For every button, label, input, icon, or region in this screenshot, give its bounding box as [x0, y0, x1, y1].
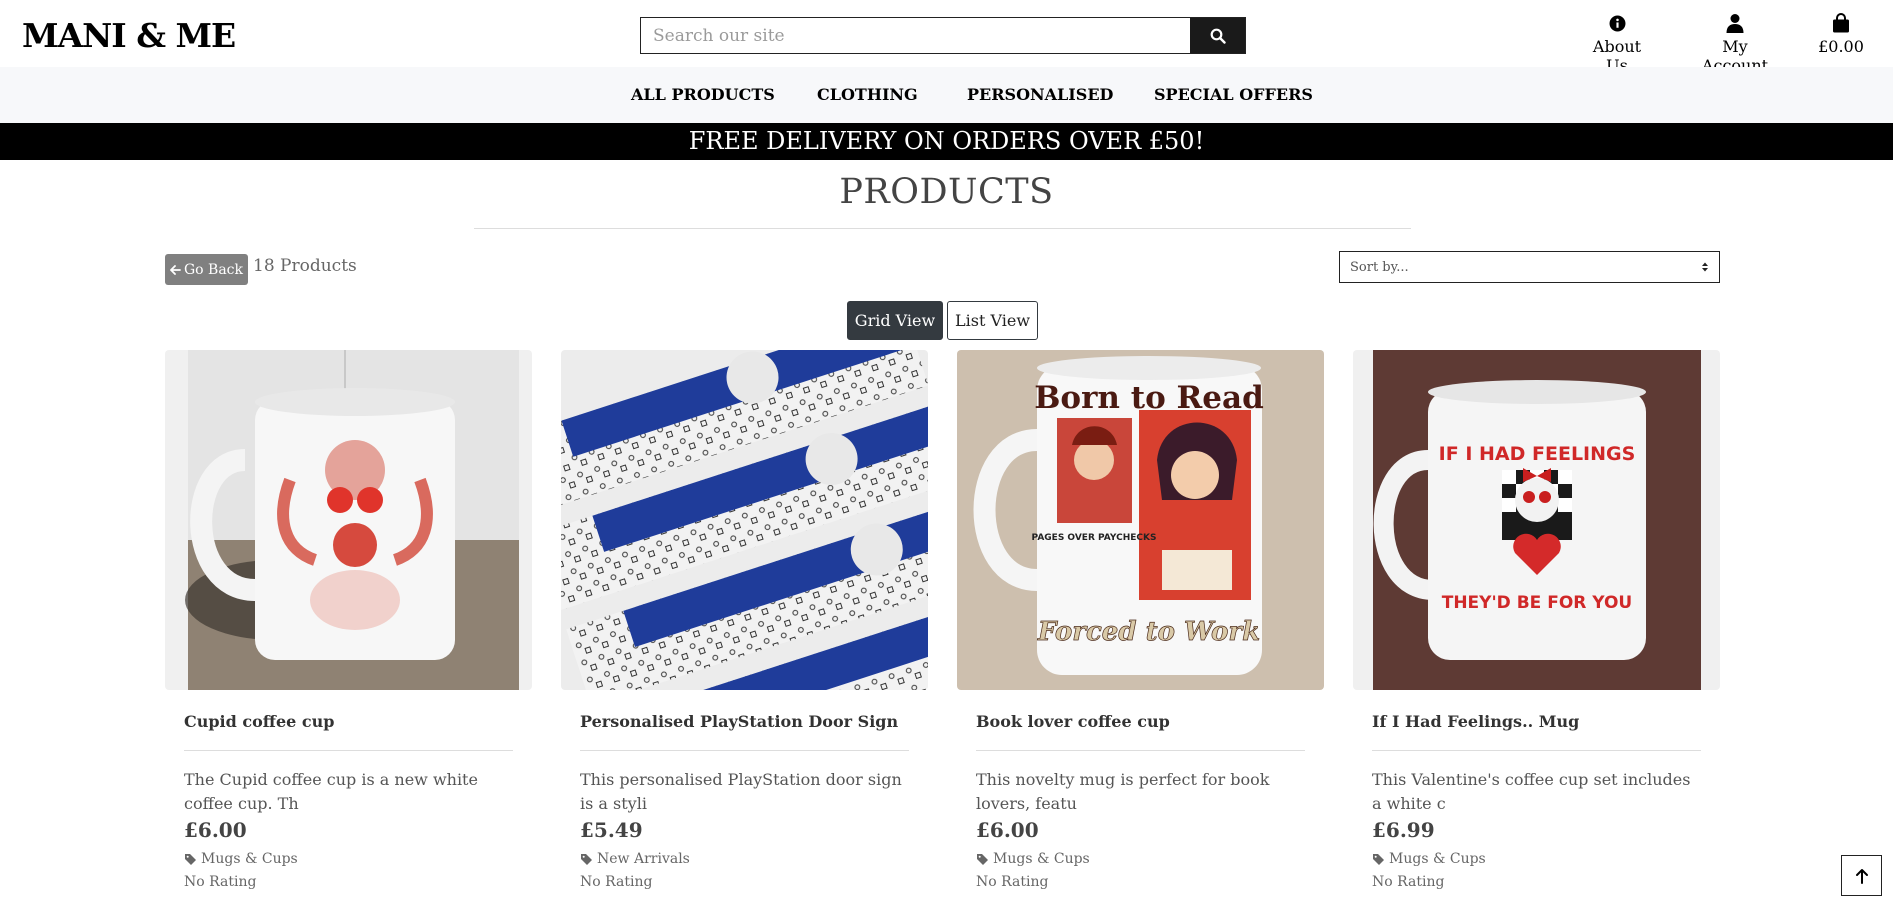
product-rating: No Rating: [580, 874, 653, 890]
arrow-left-icon: [170, 264, 181, 275]
about-us-link[interactable]: About Us: [1580, 12, 1654, 75]
select-arrows-icon: [1702, 262, 1708, 272]
page-title: PRODUCTS: [839, 172, 1054, 212]
product-image[interactable]: [561, 350, 928, 690]
list-view-button[interactable]: List View: [947, 301, 1038, 340]
nav-special-offers[interactable]: SPECIAL OFFERS: [1154, 85, 1313, 104]
product-description: This personalised PlayStation door sign …: [580, 770, 902, 813]
main-nav: ALL PRODUCTS CLOTHING PERSONALISED SPECI…: [0, 67, 1893, 123]
mug-text-theyd-be-for-you: THEY'D BE FOR YOU: [1442, 593, 1633, 613]
product-card[interactable]: Born to Read PAGES OVER PAYCHECKS Forced…: [957, 350, 1324, 899]
product-price: £6.99: [1372, 818, 1435, 842]
sort-select[interactable]: Sort by...: [1339, 251, 1720, 283]
product-rating: No Rating: [184, 874, 257, 890]
product-name[interactable]: Cupid coffee cup: [184, 712, 334, 731]
delivery-banner: FREE DELIVERY ON ORDERS OVER £50!: [0, 123, 1893, 160]
search-icon: [1210, 28, 1226, 44]
go-back-button[interactable]: Go Back: [165, 254, 248, 285]
nav-clothing[interactable]: CLOTHING: [817, 85, 918, 104]
product-description: This novelty mug is perfect for book lov…: [976, 770, 1270, 813]
product-category[interactable]: New Arrivals: [580, 851, 690, 867]
product-description: The Cupid coffee cup is a new white coff…: [184, 770, 478, 813]
grid-view-button[interactable]: Grid View: [847, 301, 943, 340]
product-category[interactable]: Mugs & Cups: [1372, 851, 1486, 867]
nav-personalised[interactable]: PERSONALISED: [967, 85, 1113, 104]
sort-selected-value: Sort by...: [1350, 259, 1409, 275]
basket-link[interactable]: £0.00: [1815, 12, 1867, 56]
tag-icon: [185, 853, 196, 865]
product-card[interactable]: Cupid coffee cup The Cupid coffee cup is…: [165, 350, 532, 899]
product-price: £5.49: [580, 818, 643, 842]
product-card[interactable]: IF I HAD FEELINGS THEY'D BE FOR YOU If I…: [1353, 350, 1720, 899]
product-rating: No Rating: [1372, 874, 1445, 890]
card-divider: [1372, 750, 1701, 751]
title-divider: [474, 228, 1411, 229]
product-rating: No Rating: [976, 874, 1049, 890]
nav-all-products[interactable]: ALL PRODUCTS: [631, 85, 775, 104]
product-image[interactable]: IF I HAD FEELINGS THEY'D BE FOR YOU: [1353, 350, 1720, 690]
user-icon: [1726, 14, 1744, 33]
product-description: This Valentine's coffee cup set includes…: [1372, 770, 1691, 813]
arrow-up-icon: [1855, 868, 1868, 884]
product-category-label: Mugs & Cups: [993, 851, 1090, 867]
product-image[interactable]: [165, 350, 532, 690]
product-image[interactable]: Born to Read PAGES OVER PAYCHECKS Forced…: [957, 350, 1324, 690]
mug-text-if-i-had-feelings: IF I HAD FEELINGS: [1439, 443, 1636, 465]
search-bar: [640, 17, 1246, 54]
card-divider: [184, 750, 513, 751]
product-name[interactable]: Book lover coffee cup: [976, 712, 1170, 731]
search-button[interactable]: [1190, 18, 1245, 53]
product-name[interactable]: If I Had Feelings.. Mug: [1372, 712, 1579, 731]
site-logo[interactable]: MANI & ME: [22, 16, 236, 55]
top-header: MANI & ME About Us My Account: [0, 0, 1893, 75]
card-divider: [580, 750, 909, 751]
my-account-link[interactable]: My Account: [1690, 12, 1780, 75]
shopping-bag-icon: [1833, 13, 1849, 33]
info-icon: [1609, 15, 1625, 31]
tag-icon: [1373, 853, 1384, 865]
product-price: £6.00: [184, 818, 247, 842]
product-name[interactable]: Personalised PlayStation Door Sign: [580, 712, 898, 731]
product-category-label: Mugs & Cups: [201, 851, 298, 867]
go-back-label: Go Back: [183, 261, 244, 278]
card-divider: [976, 750, 1305, 751]
mug-text-pages-over-paychecks: PAGES OVER PAYCHECKS: [1032, 533, 1157, 543]
product-count: 18 Products: [253, 256, 357, 276]
product-card[interactable]: Personalised PlayStation Door Sign This …: [561, 350, 928, 899]
product-category-label: Mugs & Cups: [1389, 851, 1486, 867]
search-input[interactable]: [641, 18, 1190, 53]
product-category[interactable]: Mugs & Cups: [184, 851, 298, 867]
product-category-label: New Arrivals: [597, 851, 690, 867]
tag-icon: [977, 853, 988, 865]
mug-text-forced-to-work: Forced to Work: [1037, 617, 1260, 647]
product-price: £6.00: [976, 818, 1039, 842]
tag-icon: [581, 853, 592, 865]
back-to-top-button[interactable]: [1841, 855, 1882, 896]
basket-total: £0.00: [1818, 37, 1864, 56]
product-category[interactable]: Mugs & Cups: [976, 851, 1090, 867]
